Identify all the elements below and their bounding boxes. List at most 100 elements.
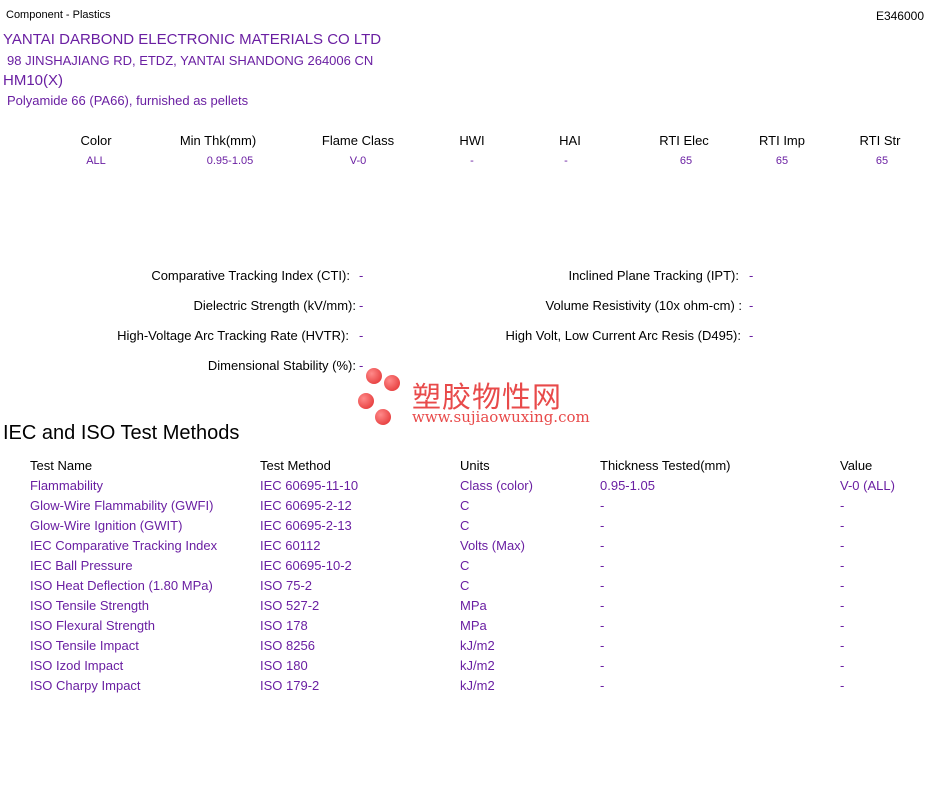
iec-cell-test-name: ISO Tensile Impact [30,638,139,653]
iec-cell-test-method: IEC 60695-2-13 [260,518,352,533]
prop-value-flame-class: V-0 [349,155,367,167]
iec-cell-test-method: ISO 75-2 [260,578,313,593]
iec-cell-thickness: - [600,638,605,653]
iec-cell-units: C [460,498,470,513]
iec-cell-test-name: ISO Flexural Strength [30,618,155,633]
d495-value: - [749,328,754,343]
prop-header-hai: HAI [559,133,581,148]
prop-value-rti-str: 65 [875,155,889,167]
iec-cell-test-method: ISO 178 [260,618,308,633]
iec-cell-units: kJ/m2 [460,658,495,673]
dielectric-strength-label: Dielectric Strength (kV/mm): [193,298,356,313]
iec-cell-test-method: ISO 179-2 [260,678,320,693]
product-description: Polyamide 66 (PA66), furnished as pellet… [7,93,249,108]
company-name: YANTAI DARBOND ELECTRONIC MATERIALS CO L… [3,31,382,48]
iec-cell-test-name: ISO Tensile Strength [30,598,149,613]
iec-cell-value: - [840,678,845,693]
iec-header-test-method: Test Method [260,458,331,473]
iec-cell-test-method: IEC 60695-11-10 [260,478,359,493]
iec-cell-units: C [460,578,470,593]
product-grade: HM10(X) [3,72,64,89]
iec-cell-thickness: - [600,658,605,673]
prop-value-rti-elec: 65 [679,155,693,167]
document-category: Component - Plastics [6,9,111,21]
iec-cell-test-method: IEC 60112 [260,538,321,553]
iec-cell-thickness: - [600,678,605,693]
iec-cell-thickness: - [600,498,605,513]
volume-resistivity-value: - [749,298,754,313]
iec-cell-test-method: ISO 180 [260,658,308,673]
iec-cell-units: kJ/m2 [460,638,495,653]
company-address: 98 JINSHAJIANG RD, ETDZ, YANTAI SHANDONG… [7,53,374,68]
watermark-url: www.sujiaowuxing.com [412,408,590,426]
iec-cell-thickness: - [600,538,605,553]
iec-cell-value: - [840,498,845,513]
iec-cell-thickness: - [600,558,605,573]
watermark-dot-icon [366,368,382,384]
iec-cell-value: - [840,618,845,633]
iec-cell-value: - [840,558,845,573]
iec-cell-units: Volts (Max) [460,538,526,553]
iec-cell-test-name: Glow-Wire Flammability (GWFI) [30,498,214,513]
iec-cell-units: MPa [460,618,487,633]
prop-header-hwi: HWI [459,133,485,148]
iec-cell-units: MPa [460,598,487,613]
iec-header-units: Units [460,458,490,473]
watermark-dot-icon [358,393,374,409]
iec-header-thickness: Thickness Tested(mm) [600,458,731,473]
iec-cell-test-name: ISO Charpy Impact [30,678,141,693]
prop-value-min-thk: 0.95-1.05 [206,155,254,167]
iec-cell-thickness: - [600,598,605,613]
iec-cell-thickness: - [600,578,605,593]
prop-header-rti-imp: RTI Imp [759,133,805,148]
prop-header-color: Color [80,133,112,148]
dielectric-strength-value: - [359,298,364,313]
prop-header-min-thk: Min Thk(mm) [179,133,257,148]
iec-cell-units: C [460,558,470,573]
iec-header-test-name: Test Name [30,458,93,473]
watermark-logo: 塑胶物性网 www.sujiaowuxing.com [356,366,596,428]
prop-value-hwi: - [470,155,474,167]
iec-section-title: IEC and ISO Test Methods [3,422,240,444]
iec-cell-test-name: IEC Comparative Tracking Index [30,538,218,553]
prop-header-rti-elec: RTI Elec [659,133,709,148]
prop-value-color: ALL [86,155,106,167]
ipt-value: - [749,268,754,283]
prop-header-rti-str: RTI Str [859,133,901,148]
iec-cell-value: - [840,638,845,653]
prop-header-flame-class: Flame Class [321,133,395,148]
iec-cell-units: Class (color) [460,478,533,493]
iec-cell-test-method: IEC 60695-2-12 [260,498,352,513]
cti-label: Comparative Tracking Index (CTI): [151,268,350,283]
iec-cell-value: V-0 (ALL) [840,478,895,493]
iec-cell-value: - [840,598,845,613]
iec-cell-thickness: - [600,618,605,633]
iec-cell-thickness: - [600,518,605,533]
iec-cell-test-name: ISO Heat Deflection (1.80 MPa) [30,578,213,593]
ipt-label: Inclined Plane Tracking (IPT): [568,268,739,283]
iec-cell-test-method: IEC 60695-10-2 [260,558,352,573]
hvtr-value: - [359,328,364,343]
watermark-dot-icon [375,409,391,425]
iec-cell-value: - [840,658,845,673]
volume-resistivity-label: Volume Resistivity (10x ohm-cm) : [545,298,743,313]
iec-cell-test-method: ISO 527-2 [260,598,320,613]
iec-cell-test-name: Flammability [30,478,103,493]
d495-label: High Volt, Low Current Arc Resis (D495): [505,328,741,343]
prop-value-hai: - [564,155,568,167]
iec-header-value: Value [840,458,873,473]
cti-value: - [359,268,364,283]
iec-cell-test-name: ISO Izod Impact [30,658,124,673]
file-number: E346000 [875,9,924,23]
dimensional-stability-label: Dimensional Stability (%): [207,358,356,373]
watermark-dot-icon [384,375,400,391]
iec-cell-units: kJ/m2 [460,678,495,693]
iec-cell-value: - [840,538,845,553]
iec-cell-test-name: IEC Ball Pressure [30,558,133,573]
iec-cell-test-name: Glow-Wire Ignition (GWIT) [30,518,183,533]
hvtr-label: High-Voltage Arc Tracking Rate (HVTR): [117,328,349,343]
iec-cell-value: - [840,518,845,533]
iec-cell-value: - [840,578,845,593]
prop-value-rti-imp: 65 [775,155,789,167]
iec-cell-test-method: ISO 8256 [260,638,315,653]
